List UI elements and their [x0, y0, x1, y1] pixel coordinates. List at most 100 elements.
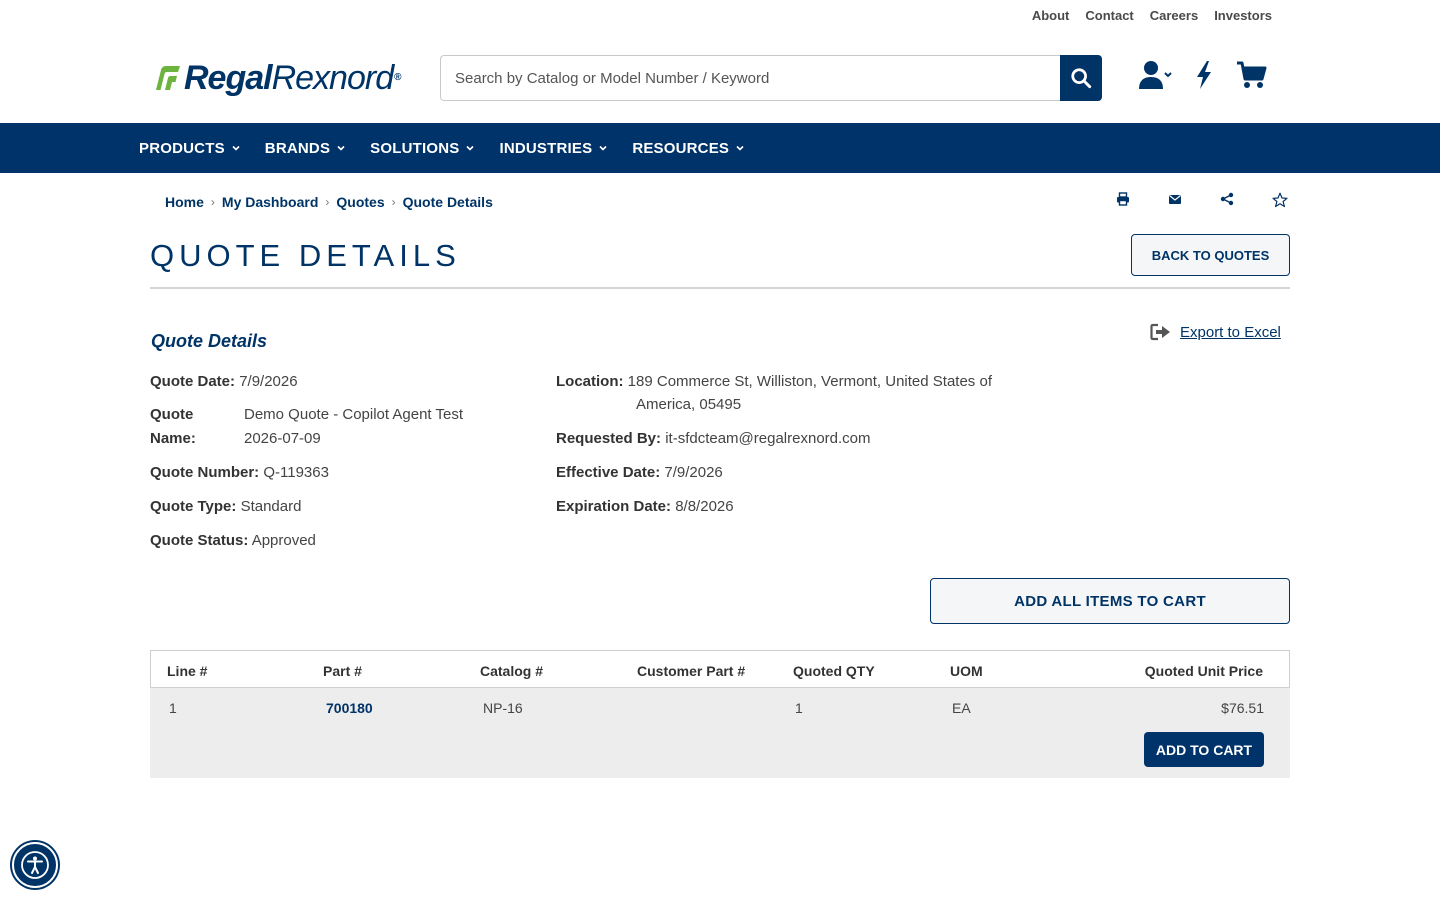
header-quoted-unit-price: Quoted Unit Price [1144, 663, 1263, 679]
chevron-right-icon: › [391, 195, 396, 209]
utility-nav: About Contact Careers Investors [1032, 8, 1272, 23]
lightning-icon [1197, 61, 1211, 89]
quote-items-table: Line # Part # Catalog # Customer Part # … [150, 650, 1290, 778]
search-button[interactable] [1060, 55, 1102, 101]
registered-mark: ® [394, 72, 401, 83]
location-field-2: America, 05495 [636, 393, 741, 416]
cell-uom: EA [952, 700, 971, 716]
logo-mark-icon [156, 66, 180, 90]
quote-type-label: Quote Type: [150, 498, 237, 515]
nav-solutions-label: SOLUTIONS [370, 139, 460, 157]
main-nav: PRODUCTS BRANDS SOLUTIONS INDUSTRIES RES… [0, 123, 1440, 173]
chevron-down-icon [599, 145, 607, 151]
location-field: Location: 189 Commerce St, Williston, Ve… [556, 370, 992, 393]
quote-type-field: Quote Type: Standard [150, 495, 301, 518]
cell-catalog: NP-16 [483, 700, 523, 716]
expiration-date-label: Expiration Date: [556, 498, 672, 515]
nav-solutions[interactable]: SOLUTIONS [370, 140, 475, 157]
location-label: Location: [556, 373, 624, 390]
favorite-button[interactable] [1272, 192, 1324, 208]
logo-text-light: Rexnord [271, 59, 395, 97]
table-header: Line # Part # Catalog # Customer Part # … [150, 650, 1290, 688]
quote-date-field: Quote Date: 7/9/2026 [150, 370, 298, 393]
utility-link-careers[interactable]: Careers [1150, 8, 1198, 23]
quote-number-field: Quote Number: Q-119363 [150, 461, 329, 484]
location-value-line1: 189 Commerce St, Williston, Vermont, Uni… [627, 373, 992, 390]
cart-icon [1237, 61, 1267, 88]
quote-name-value-2: 2026-07-09 [244, 427, 321, 450]
page-title: QUOTE DETAILS [150, 238, 461, 273]
breadcrumb-quotes[interactable]: Quotes [336, 194, 384, 210]
nav-brands[interactable]: BRANDS [265, 140, 346, 157]
accessibility-icon [21, 851, 49, 879]
account-button[interactable] [1138, 60, 1172, 90]
quote-status-field: Quote Status: Approved [150, 529, 316, 552]
header-customer-part: Customer Part # [637, 663, 746, 679]
export-icon [1150, 323, 1170, 341]
quote-name-label-line2: Name: [150, 430, 196, 447]
expiration-date-field: Expiration Date: 8/8/2026 [556, 495, 734, 518]
search-icon [1071, 68, 1092, 89]
chevron-right-icon: › [325, 195, 330, 209]
quote-name-value-line1: Demo Quote - Copilot Agent Test [244, 406, 464, 423]
quote-name-value: Demo Quote - Copilot Agent Test [244, 403, 463, 426]
breadcrumb-dashboard[interactable]: My Dashboard [222, 194, 318, 210]
header-catalog: Catalog # [480, 663, 544, 679]
logo[interactable]: RegalRexnord® [152, 58, 402, 98]
utility-link-investors[interactable]: Investors [1214, 8, 1272, 23]
quote-number-label: Quote Number: [150, 464, 260, 481]
nav-products[interactable]: PRODUCTS [139, 140, 241, 157]
utility-link-contact[interactable]: Contact [1085, 8, 1133, 23]
share-icon [1220, 192, 1234, 206]
effective-date-field: Effective Date: 7/9/2026 [556, 461, 723, 484]
breadcrumb: Home › My Dashboard › Quotes › Quote Det… [165, 194, 493, 210]
effective-date-value: 7/9/2026 [664, 464, 723, 481]
location-value-line2: America, 05495 [636, 396, 742, 413]
cart-button[interactable] [1236, 60, 1268, 90]
print-icon [1117, 192, 1129, 206]
requested-by-value: it-sfdcteam@regalrexnord.com [665, 430, 871, 447]
print-button[interactable] [1116, 192, 1168, 208]
quote-status-label: Quote Status: [150, 532, 249, 549]
breadcrumb-home[interactable]: Home [165, 194, 204, 210]
expiration-date-value: 8/8/2026 [675, 498, 734, 515]
quote-date-label: Quote Date: [150, 373, 236, 390]
export-to-excel-link[interactable]: Export to Excel [1150, 323, 1281, 341]
utility-link-about[interactable]: About [1032, 8, 1070, 23]
chevron-down-icon [736, 145, 744, 151]
user-icon [1139, 61, 1172, 89]
add-all-items-to-cart-button[interactable]: ADD ALL ITEMS TO CART [930, 578, 1290, 624]
back-to-quotes-button[interactable]: BACK TO QUOTES [1131, 234, 1290, 276]
nav-brands-label: BRANDS [264, 139, 331, 157]
section-title: Quote Details [151, 331, 268, 351]
quote-name-label: Quote [150, 403, 193, 426]
chevron-down-icon [232, 145, 240, 151]
search-input[interactable] [440, 55, 1060, 101]
cell-line: 1 [169, 700, 177, 716]
search-bar [440, 55, 1102, 101]
cell-part-link[interactable]: 700180 [326, 700, 373, 716]
header-part: Part # [323, 663, 362, 679]
header-icons [1138, 60, 1268, 90]
quote-status-value: Approved [251, 532, 316, 549]
cell-unit-price: $76.51 [1221, 700, 1264, 716]
star-icon [1272, 192, 1288, 208]
quote-name-label-line1: Quote [150, 406, 194, 423]
logo-wordmark: RegalRexnord® [184, 58, 402, 98]
page-tools [1116, 192, 1324, 208]
nav-resources[interactable]: RESOURCES [632, 140, 745, 157]
quick-order-button[interactable] [1194, 60, 1214, 90]
requested-by-label: Requested By: [556, 430, 662, 447]
accessibility-button[interactable] [12, 842, 58, 888]
breadcrumb-current: Quote Details [402, 194, 493, 210]
cell-quoted-qty: 1 [795, 700, 803, 716]
share-button[interactable] [1220, 192, 1272, 208]
add-to-cart-button[interactable]: ADD TO CART [1144, 732, 1264, 767]
email-button[interactable] [1168, 192, 1220, 208]
chevron-down-icon [466, 145, 475, 151]
nav-resources-label: RESOURCES [632, 139, 730, 157]
header-line: Line # [167, 663, 208, 679]
nav-industries[interactable]: INDUSTRIES [499, 140, 608, 157]
quote-name-value-line2: 2026-07-09 [244, 430, 321, 447]
chevron-right-icon: › [210, 195, 215, 209]
